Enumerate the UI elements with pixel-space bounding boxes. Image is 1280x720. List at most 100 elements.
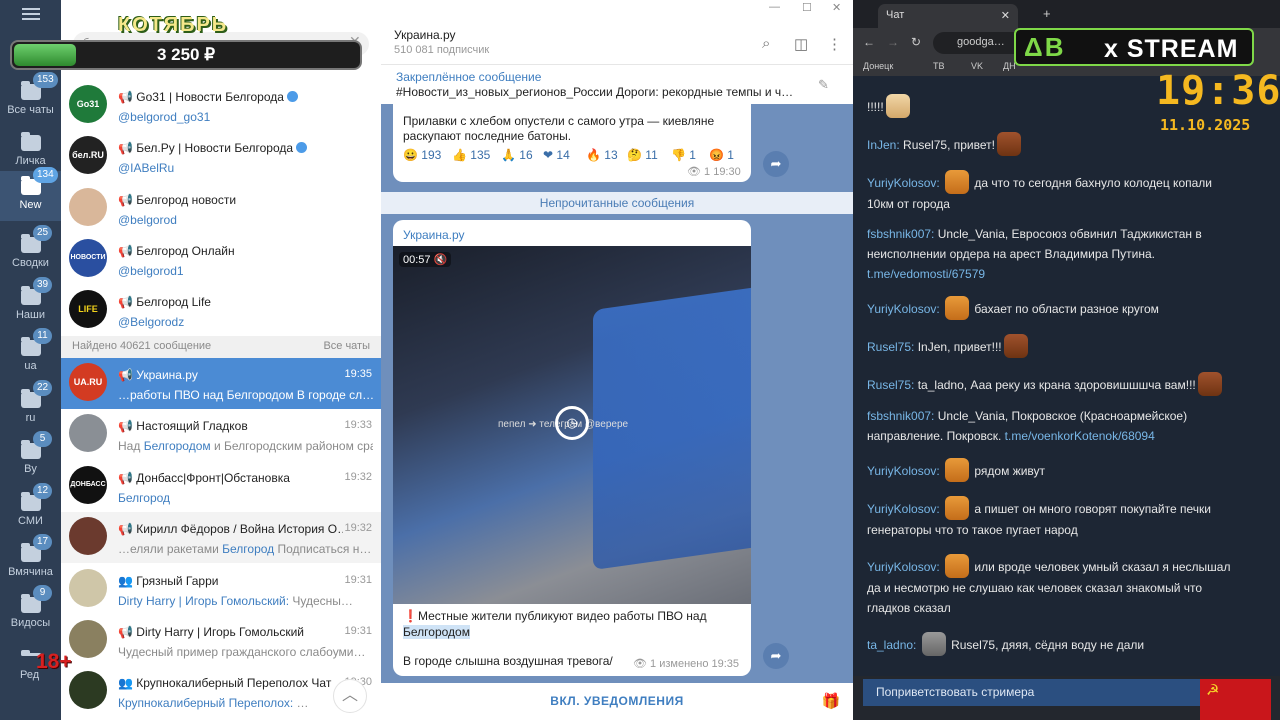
channel-avatar: бел.RU: [69, 136, 107, 174]
folder-videos[interactable]: 9 Видосы: [0, 585, 61, 639]
channel-item[interactable]: бел.RU 📢 Бел.Ру | Новости Белгорода @IAB…: [61, 131, 381, 182]
result-item[interactable]: 👥 Грязный Гарри 19:31 Dirty Harry | Игор…: [61, 564, 381, 615]
result-item-selected[interactable]: UA.RU 📢 Украина.ру 19:35 …работы ПВО над…: [61, 358, 381, 409]
result-item-hover[interactable]: 📢 Кирилл Фёдоров / Война История О… 19:3…: [61, 512, 381, 563]
folder-by[interactable]: 5 By: [0, 431, 61, 485]
minimize-button[interactable]: —: [769, 1, 780, 13]
pinned-message-bar[interactable]: Закреплённое сообщение #Новости_из_новых…: [381, 64, 853, 104]
browser-tab[interactable]: Чат ✕: [878, 4, 1018, 28]
folder-all-chats[interactable]: 153 Все чаты: [0, 72, 61, 126]
chat-username[interactable]: YuriyKolosov:: [867, 502, 940, 516]
back-icon[interactable]: ←: [863, 35, 875, 49]
chat-username[interactable]: Rusel75:: [867, 340, 914, 354]
chat-message: YuriyKolosov: рядом живут: [867, 458, 1237, 482]
result-item[interactable]: ДОНБАСС 📢 Донбасс|Фронт|Обстановка 19:32…: [61, 461, 381, 512]
reaction-chip[interactable]: 🔥 13: [586, 148, 618, 162]
share-button[interactable]: ➦: [763, 151, 789, 177]
greet-streamer-button[interactable]: Поприветствовать стримера: [863, 679, 1201, 706]
folder-icon: [21, 132, 41, 151]
reload-icon[interactable]: ↻: [911, 35, 921, 49]
bookmark[interactable]: VK: [971, 61, 983, 71]
chat-username[interactable]: fsbshnik007:: [867, 409, 934, 423]
folder-ru[interactable]: 22 ru: [0, 380, 61, 434]
chat-username[interactable]: YuriyKolosov:: [867, 302, 940, 316]
folder-ua[interactable]: 11 ua: [0, 328, 61, 382]
sidebar-toggle-icon[interactable]: ◫: [794, 35, 808, 53]
pinned-label: Закреплённое сообщение: [396, 70, 542, 84]
emote-icon: [1197, 372, 1222, 396]
message-meta: 👁 1 изменено 19:35: [633, 658, 740, 670]
video-duration: 00:57 🔇: [399, 252, 452, 267]
folder-label: Наши: [15, 309, 46, 321]
folder-summaries[interactable]: 25 Сводки: [0, 225, 61, 279]
search-icon[interactable]: ⌕: [762, 35, 770, 52]
forward-source[interactable]: Украина.ру: [403, 228, 465, 242]
tab-strip: Чат ✕ +: [853, 0, 1280, 28]
more-options-icon[interactable]: ⋮: [827, 35, 842, 53]
emote-icon: [945, 458, 970, 482]
chat-username[interactable]: fsbshnik007:: [867, 227, 934, 241]
chat-message: Rusel75: ta_ladno, Ааа реку из крана здо…: [867, 372, 1237, 396]
scope-all-chats[interactable]: Все чаты: [323, 340, 370, 352]
reaction-chip[interactable]: 👍 135: [452, 148, 490, 162]
bookmark[interactable]: Донецк: [863, 61, 893, 71]
reaction-chip[interactable]: 🤔 11: [627, 148, 658, 162]
flag-image: [1200, 679, 1271, 720]
folder-vmyachina[interactable]: 17 Вмячина: [0, 534, 61, 588]
stream-logo-mark: ΔB: [1024, 32, 1066, 62]
channel-name: 📢 Бел.Ру | Новости Белгорода: [118, 141, 343, 155]
donation-goal-bar: 3 250 ₽: [10, 40, 362, 70]
unread-badge: 25: [33, 225, 53, 241]
channel-name: 📢 Go31 | Новости Белгорода: [118, 90, 343, 104]
chat-username[interactable]: Rusel75:: [867, 378, 914, 392]
channel-item[interactable]: LIFE 📢 Белгород Life @Belgorodz: [61, 285, 381, 336]
new-tab-button[interactable]: +: [1043, 6, 1051, 21]
chat-avatar: [69, 414, 107, 452]
chat-header[interactable]: Украина.ру 510 081 подписчик ⌕ ◫ ⋮: [381, 18, 853, 64]
share-button[interactable]: ➦: [763, 643, 789, 669]
folder-new[interactable]: 134 New: [0, 167, 61, 221]
video-player[interactable]: 00:57 🔇 пепел ➜ телеграм @верере ◷: [393, 246, 751, 604]
maximize-button[interactable]: ☐: [802, 1, 812, 14]
unread-badge: 153: [33, 72, 58, 88]
reaction-chip[interactable]: 🙏 16: [501, 148, 533, 162]
chat-preview: Dirty Harry | Игорь Гомольский: Чудесны…: [118, 594, 353, 608]
folder-sidebar: 153 Все чаты Личка 134 New 25 Сводки 39 Наши…: [0, 0, 61, 720]
reaction-chip[interactable]: 😀 193: [403, 148, 441, 162]
enable-notifications-button[interactable]: ВКЛ. УВЕДОМЛЕНИЯ 🎁: [381, 683, 853, 720]
channel-item[interactable]: Go31 📢 Go31 | Новости Белгорода @belgoro…: [61, 80, 381, 131]
chat-username[interactable]: YuriyKolosov:: [867, 560, 940, 574]
close-window-button[interactable]: ✕: [832, 1, 841, 14]
chat-avatar: [69, 517, 107, 555]
chat-username[interactable]: YuriyKolosov:: [867, 464, 940, 478]
stream-logo: ΔB x STREAM: [1014, 28, 1254, 66]
channel-item[interactable]: НОВОСТИ 📢 Белгород Онлайн @belgorod1: [61, 234, 381, 285]
verified-icon: [296, 142, 308, 153]
reaction-chip[interactable]: 😡 1: [709, 148, 734, 162]
chat-username[interactable]: YuriyKolosov:: [867, 176, 940, 190]
chat-link[interactable]: t.me/vedomosti/67579: [867, 267, 985, 281]
bookmark[interactable]: ТВ: [933, 61, 945, 71]
reaction-chip[interactable]: 👎 1: [671, 148, 696, 162]
chat-link[interactable]: t.me/voenkorKotenok/68094: [1005, 429, 1155, 443]
play-icon[interactable]: ◷: [555, 406, 589, 440]
chat-username[interactable]: InJen:: [867, 138, 900, 152]
chat-message: YuriyKolosov: а пишет он много говорят п…: [867, 496, 1237, 540]
folder-media[interactable]: 12 СМИ: [0, 483, 61, 537]
pin-list-icon[interactable]: ✎: [818, 77, 829, 93]
gift-icon[interactable]: 🎁: [822, 683, 841, 720]
reaction-chip[interactable]: ❤ 14: [543, 148, 570, 162]
emote-icon: [996, 132, 1021, 156]
result-item[interactable]: 📢 Настоящий Гладков 19:33 Над Белгородом…: [61, 409, 381, 460]
scroll-to-top-button[interactable]: ︿: [333, 679, 367, 713]
result-item[interactable]: 📢 Dirty Harry | Игорь Гомольский 19:31 Ч…: [61, 615, 381, 666]
close-tab-icon[interactable]: ✕: [1001, 9, 1010, 22]
forward-icon[interactable]: →: [887, 35, 899, 49]
message-bubble[interactable]: Прилавки с хлебом опустели с самого утра…: [393, 104, 751, 182]
channel-item[interactable]: 📢 Белгород новости @belgorod: [61, 183, 381, 234]
message-bubble[interactable]: Украина.ру 00:57 🔇 пепел ➜ телеграм @вер…: [393, 220, 751, 676]
menu-button[interactable]: [0, 0, 61, 30]
folder-ours[interactable]: 39 Наши: [0, 277, 61, 331]
chat-username[interactable]: ta_ladno:: [867, 638, 916, 652]
unread-badge: 12: [33, 483, 53, 499]
